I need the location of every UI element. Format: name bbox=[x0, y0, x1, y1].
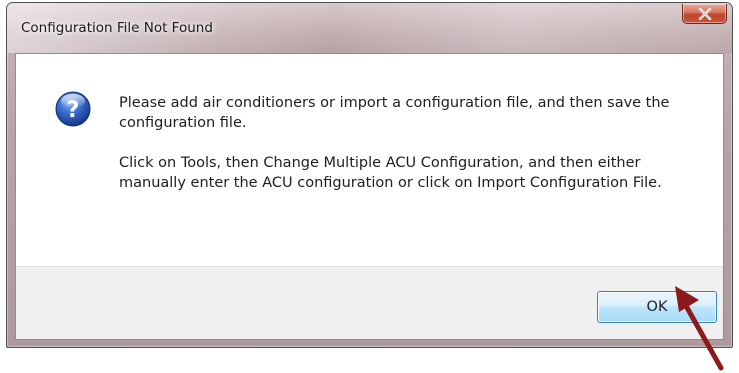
screenshot: Configuration File Not Found ? Please ad… bbox=[0, 0, 739, 373]
message-paragraph-2: Click on Tools, then Change Multiple ACU… bbox=[119, 155, 662, 191]
button-bar: OK bbox=[16, 266, 723, 339]
title-bar[interactable]: Configuration File Not Found bbox=[7, 3, 732, 53]
message-area: ? Please add air conditioners or import … bbox=[16, 54, 723, 266]
dialog-title: Configuration File Not Found bbox=[21, 20, 213, 36]
close-button[interactable] bbox=[682, 4, 727, 24]
dialog-client-area: ? Please add air conditioners or import … bbox=[15, 53, 724, 340]
question-icon: ? bbox=[55, 91, 91, 127]
pointer-arrow-icon bbox=[675, 286, 724, 371]
close-icon bbox=[698, 8, 712, 20]
message-paragraph-1: Please add air conditioners or import a … bbox=[119, 95, 670, 131]
dialog-message: Please add air conditioners or import a … bbox=[119, 93, 699, 213]
svg-text:?: ? bbox=[67, 98, 80, 123]
dialog-window: Configuration File Not Found ? Please ad… bbox=[6, 2, 733, 348]
